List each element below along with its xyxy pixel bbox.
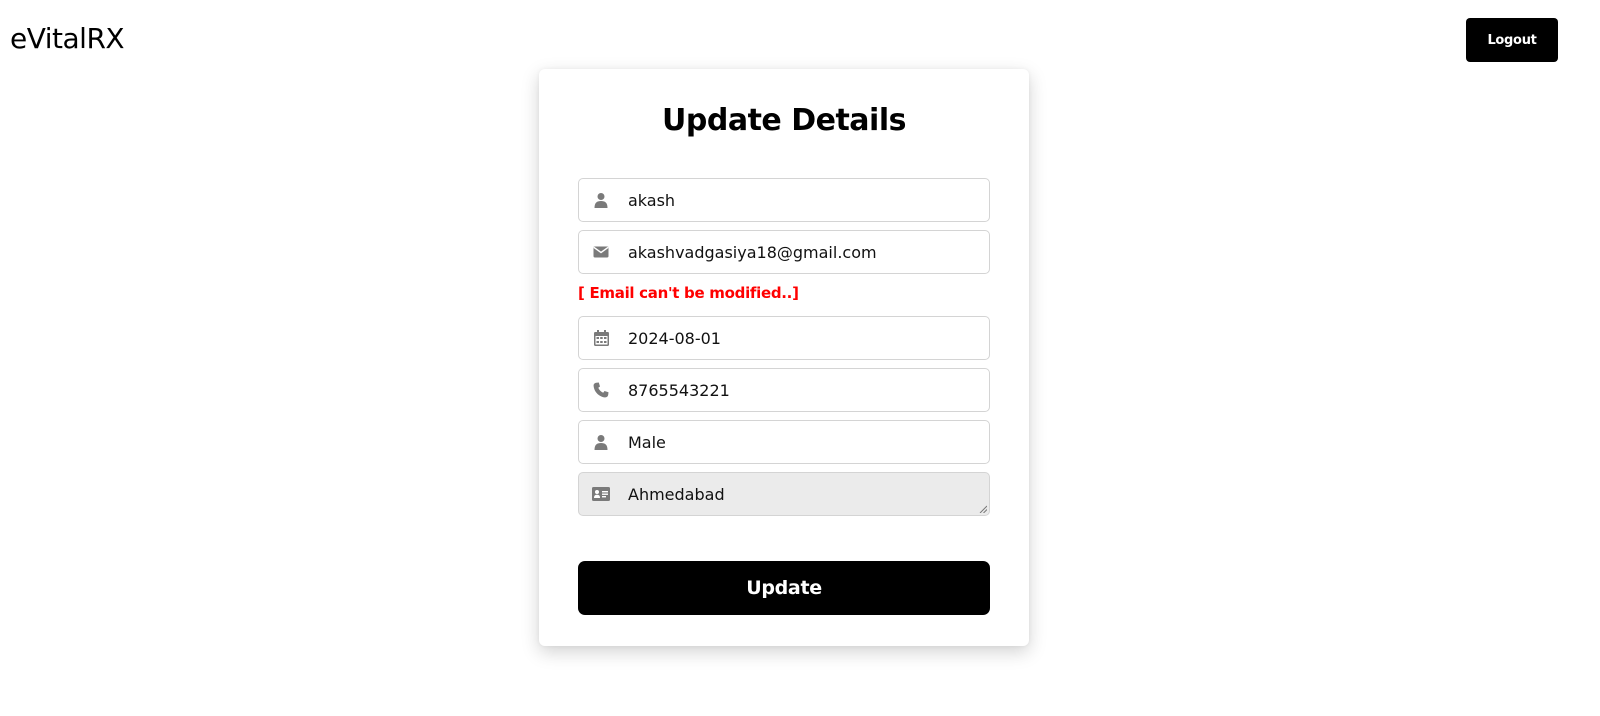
brand-logo: eVitalRX [10,22,125,55]
id-card-icon [579,473,623,515]
update-details-card: Update Details akash akashvadgasiya18@gm… [539,69,1029,646]
dob-value: 2024-08-01 [628,328,721,348]
user-icon [579,179,623,221]
email-value: akashvadgasiya18@gmail.com [628,242,877,262]
update-button[interactable]: Update [578,561,990,615]
address-textarea[interactable]: Ahmedabad [578,472,990,516]
address-value: Ahmedabad [628,484,725,504]
gender-value: Male [628,432,666,452]
dob-field[interactable]: 2024-08-01 [578,316,990,360]
phone-icon [579,369,623,411]
envelope-icon [579,231,623,273]
page-title: Update Details [662,103,906,138]
email-field[interactable]: akashvadgasiya18@gmail.com [578,230,990,274]
calendar-icon [579,317,623,359]
gender-field[interactable]: Male [578,420,990,464]
name-field[interactable]: akash [578,178,990,222]
resize-grip-icon[interactable] [979,505,987,513]
phone-field[interactable]: 8765543221 [578,368,990,412]
phone-value: 8765543221 [628,380,730,400]
name-value: akash [628,190,676,210]
user-icon [579,421,623,463]
logout-button[interactable]: Logout [1466,18,1558,62]
email-readonly-note: [ Email can't be modified..] [578,284,799,302]
